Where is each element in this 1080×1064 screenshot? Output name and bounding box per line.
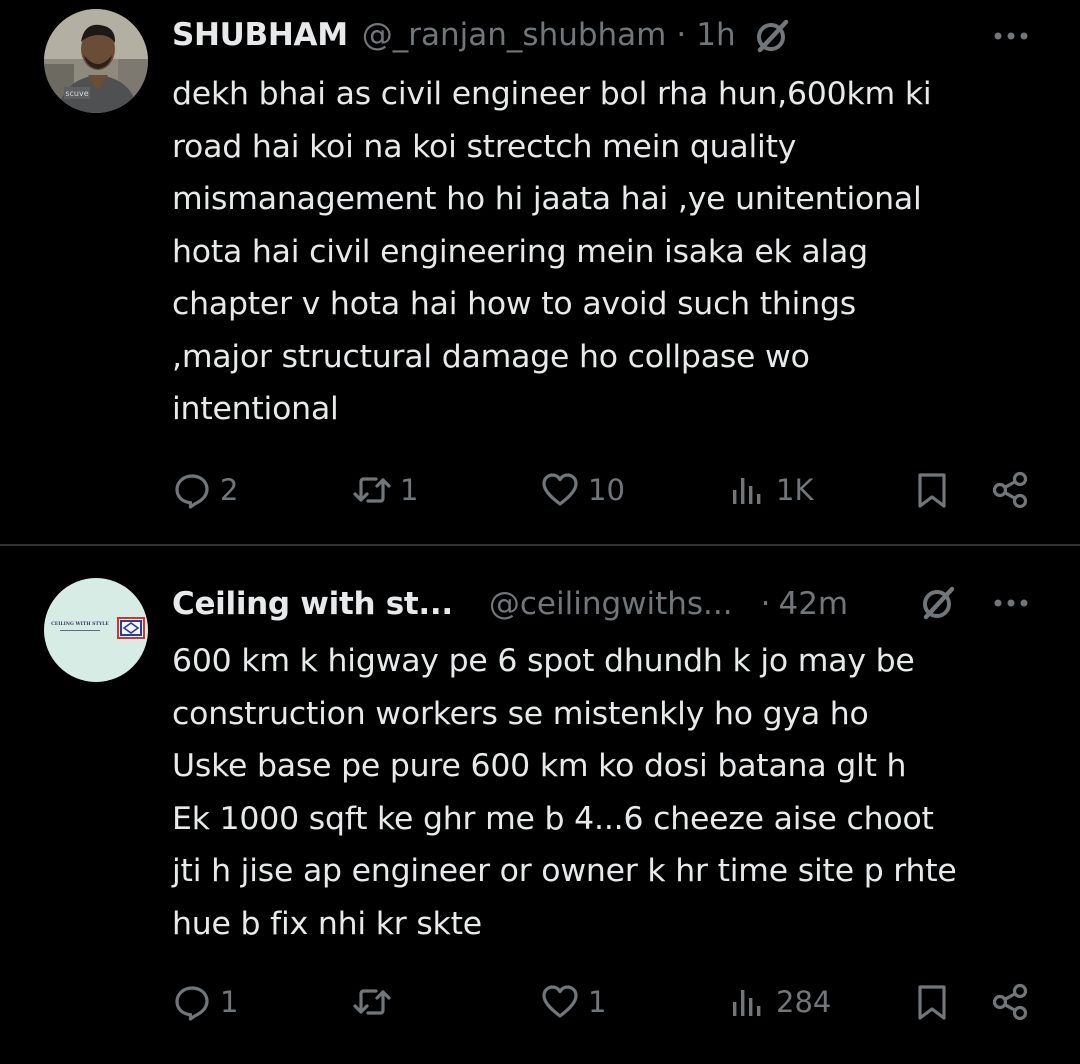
separator-dot: · (760, 586, 771, 622)
timestamp[interactable]: 1h (696, 17, 735, 53)
like-button[interactable]: 10 (540, 465, 625, 515)
reply-button[interactable]: 2 (172, 465, 238, 515)
views-button[interactable]: 284 (728, 977, 831, 1027)
reply-count: 2 (220, 473, 239, 507)
tweet-text: 600 km k higway pe 6 spot dhundh k jo ma… (172, 643, 957, 942)
views-count: 284 (776, 985, 832, 1019)
reply-icon (175, 474, 209, 509)
separator-dot: · (676, 17, 687, 53)
display-name[interactable]: Ceiling with st... (172, 586, 453, 622)
bookmark-button[interactable] (912, 465, 952, 515)
tweet[interactable]: CEILING WITH STYLE Ceiling with st... @c… (0, 547, 1080, 1064)
repost-button[interactable] (352, 977, 400, 1027)
tweet-header: Ceiling with st... @ceilingwiths... · 42… (172, 581, 1040, 627)
more-icon[interactable] (988, 583, 1034, 623)
timestamp[interactable]: 42m (778, 586, 848, 622)
bookmark-icon (918, 473, 946, 508)
avatar[interactable]: CEILING WITH STYLE (44, 578, 148, 682)
reply-button[interactable]: 1 (172, 977, 238, 1027)
tweet-divider (0, 544, 1080, 546)
views-count: 1K (776, 473, 814, 507)
display-name[interactable]: SHUBHAM (172, 17, 348, 53)
user-handle[interactable]: @ceilingwiths... (489, 586, 733, 622)
like-count: 10 (588, 473, 625, 507)
views-icon (733, 990, 761, 1016)
tweet[interactable]: scuve SHUBHAM @_ranjan_shubham · 1h dekh… (0, 0, 1080, 545)
avatar-logo: CEILING WITH STYLE (44, 578, 148, 682)
repost-button[interactable]: 1 (352, 465, 418, 515)
tweet-header: SHUBHAM @_ranjan_shubham · 1h (172, 12, 1040, 58)
heart-icon (542, 985, 578, 1018)
svg-text:scuve: scuve (65, 89, 88, 98)
views-button[interactable]: 1K (728, 465, 813, 515)
user-handle[interactable]: @_ranjan_shubham (362, 17, 667, 53)
share-button[interactable] (990, 977, 1030, 1027)
reply-count: 1 (220, 985, 239, 1019)
tweet-actions: 1 1 284 (0, 977, 1080, 1027)
repost-icon (353, 989, 391, 1015)
share-icon (992, 983, 1028, 1021)
grok-icon[interactable] (752, 16, 792, 56)
bookmark-button[interactable] (912, 977, 952, 1027)
views-icon (733, 478, 761, 504)
bookmark-icon (918, 985, 946, 1020)
repost-count: 1 (400, 473, 419, 507)
grok-icon[interactable] (918, 583, 958, 623)
repost-icon (353, 477, 391, 503)
like-button[interactable]: 1 (540, 977, 606, 1027)
reply-icon (175, 986, 209, 1021)
tweet-actions: 2 1 10 1K (0, 465, 1080, 515)
tweet-text: dekh bhai as civil engineer bol rha hun,… (172, 76, 932, 427)
heart-icon (542, 473, 578, 506)
share-button[interactable] (990, 465, 1030, 515)
svg-text:CEILING WITH STYLE: CEILING WITH STYLE (51, 621, 109, 627)
avatar[interactable]: scuve (44, 9, 148, 113)
like-count: 1 (588, 985, 607, 1019)
avatar-photo: scuve (44, 9, 148, 113)
more-icon[interactable] (988, 16, 1034, 56)
share-icon (992, 471, 1028, 509)
